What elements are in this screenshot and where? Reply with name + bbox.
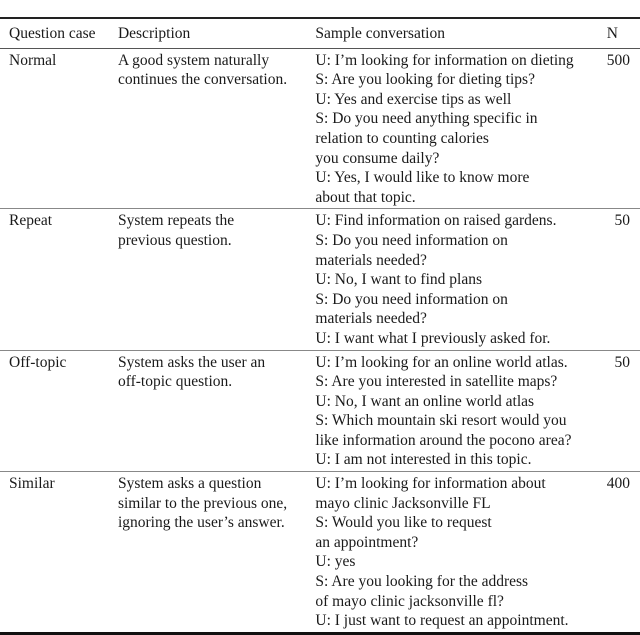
description-line: continues the conversation. (117, 71, 288, 89)
conversation-line: S: Would you like to request (315, 514, 492, 532)
conversation-line: U: I just want to request an appointment… (315, 612, 569, 630)
cell-description: System repeats the previous question. (117, 208, 316, 351)
header-question-case: Question case (0, 16, 118, 49)
cell-description: A good system naturally continues the con… (117, 48, 316, 210)
description-line: System asks a question (117, 475, 262, 493)
conversation-line: materials needed? (315, 310, 427, 328)
conversation-line: materials needed? (315, 251, 427, 269)
description-line: A good system naturally (117, 51, 270, 69)
conversation-line: S: Are you looking for the address (315, 573, 529, 591)
cell-description: System asks the user an off-topic questio… (117, 350, 316, 473)
conversation-line: U: I’m looking for an online world atlas… (315, 353, 568, 371)
cell-question-case: Off-topic (0, 350, 118, 473)
question-cases-table: Question case Description Sample convers… (0, 16, 640, 635)
description-line: ignoring the user’s answer. (117, 514, 285, 532)
cell-n: 50 (606, 208, 640, 351)
header-description: Description (117, 16, 316, 49)
cell-n: 50 (606, 350, 640, 473)
conversation-line: U: I’m looking for information about (315, 475, 546, 493)
conversation-line: relation to counting calories (315, 129, 489, 147)
conversation-line: U: I want what I previously asked for. (315, 329, 551, 347)
conversation-line: U: Yes, I would like to know more (315, 169, 530, 187)
table-header-row: Question case Description Sample convers… (0, 16, 640, 49)
conversation-line: S: Do you need information on (315, 290, 508, 308)
conversation-line: you consume daily? (315, 149, 440, 167)
conversation-line: S: Are you looking for dieting tips? (315, 71, 535, 89)
description-line: System repeats the (117, 212, 235, 230)
cell-question-case: Normal (0, 48, 118, 210)
cell-sample-conversation: U: I’m looking for information on dietin… (315, 48, 607, 210)
conversation-line: U: Yes and exercise tips as well (315, 90, 512, 108)
conversation-line: S: Do you need information on (315, 231, 508, 249)
header-sample-conversation: Sample conversation (315, 16, 607, 49)
conversation-line: U: Find information on raised gardens. (315, 212, 557, 230)
conversation-line: about that topic. (315, 188, 416, 206)
table-row: Repeat System repeats the previous questio… (0, 208, 640, 351)
conversation-line: S: Are you interested in satellite maps? (315, 373, 558, 391)
table-row: Off-topic System asks the user an off-topi… (0, 350, 640, 473)
cell-n: 500 (606, 48, 640, 210)
description-line: off-topic question. (117, 373, 233, 391)
conversation-line: U: I’m looking for information on dietin… (315, 51, 574, 69)
header-n: N (606, 16, 640, 49)
table-row: Similar System asks a question similar to … (0, 471, 640, 635)
table-caption-clipped (0, 0, 640, 6)
cell-description: System asks a question similar to the pre… (117, 471, 316, 635)
description-line: previous question. (117, 231, 232, 249)
conversation-line: S: Which mountain ski resort would you (315, 412, 567, 430)
conversation-line: S: Do you need anything specific in (315, 110, 538, 128)
conversation-line: like information around the pocono area? (315, 431, 572, 449)
conversation-line: U: yes (315, 553, 356, 571)
cell-n: 400 (606, 471, 640, 635)
conversation-line: of mayo clinic jacksonville fl? (315, 592, 504, 610)
description-line: System asks the user an (117, 353, 266, 371)
conversation-line: U: No, I want an online world atlas (315, 392, 535, 410)
cell-question-case: Repeat (0, 208, 118, 351)
conversation-line: an appointment? (315, 533, 419, 551)
conversation-line: U: I am not interested in this topic. (315, 451, 532, 469)
cell-question-case: Similar (0, 471, 118, 635)
cell-sample-conversation: U: I’m looking for information about mayo… (315, 471, 607, 635)
conversation-line: U: No, I want to find plans (315, 271, 482, 289)
cell-sample-conversation: U: I’m looking for an online world atlas… (315, 350, 607, 473)
conversation-line: mayo clinic Jacksonville FL (315, 494, 491, 512)
cell-sample-conversation: U: Find information on raised gardens. S:… (315, 208, 607, 351)
description-line: similar to the previous one, (117, 494, 288, 512)
table-row: Normal A good system naturally continues t… (0, 48, 640, 210)
